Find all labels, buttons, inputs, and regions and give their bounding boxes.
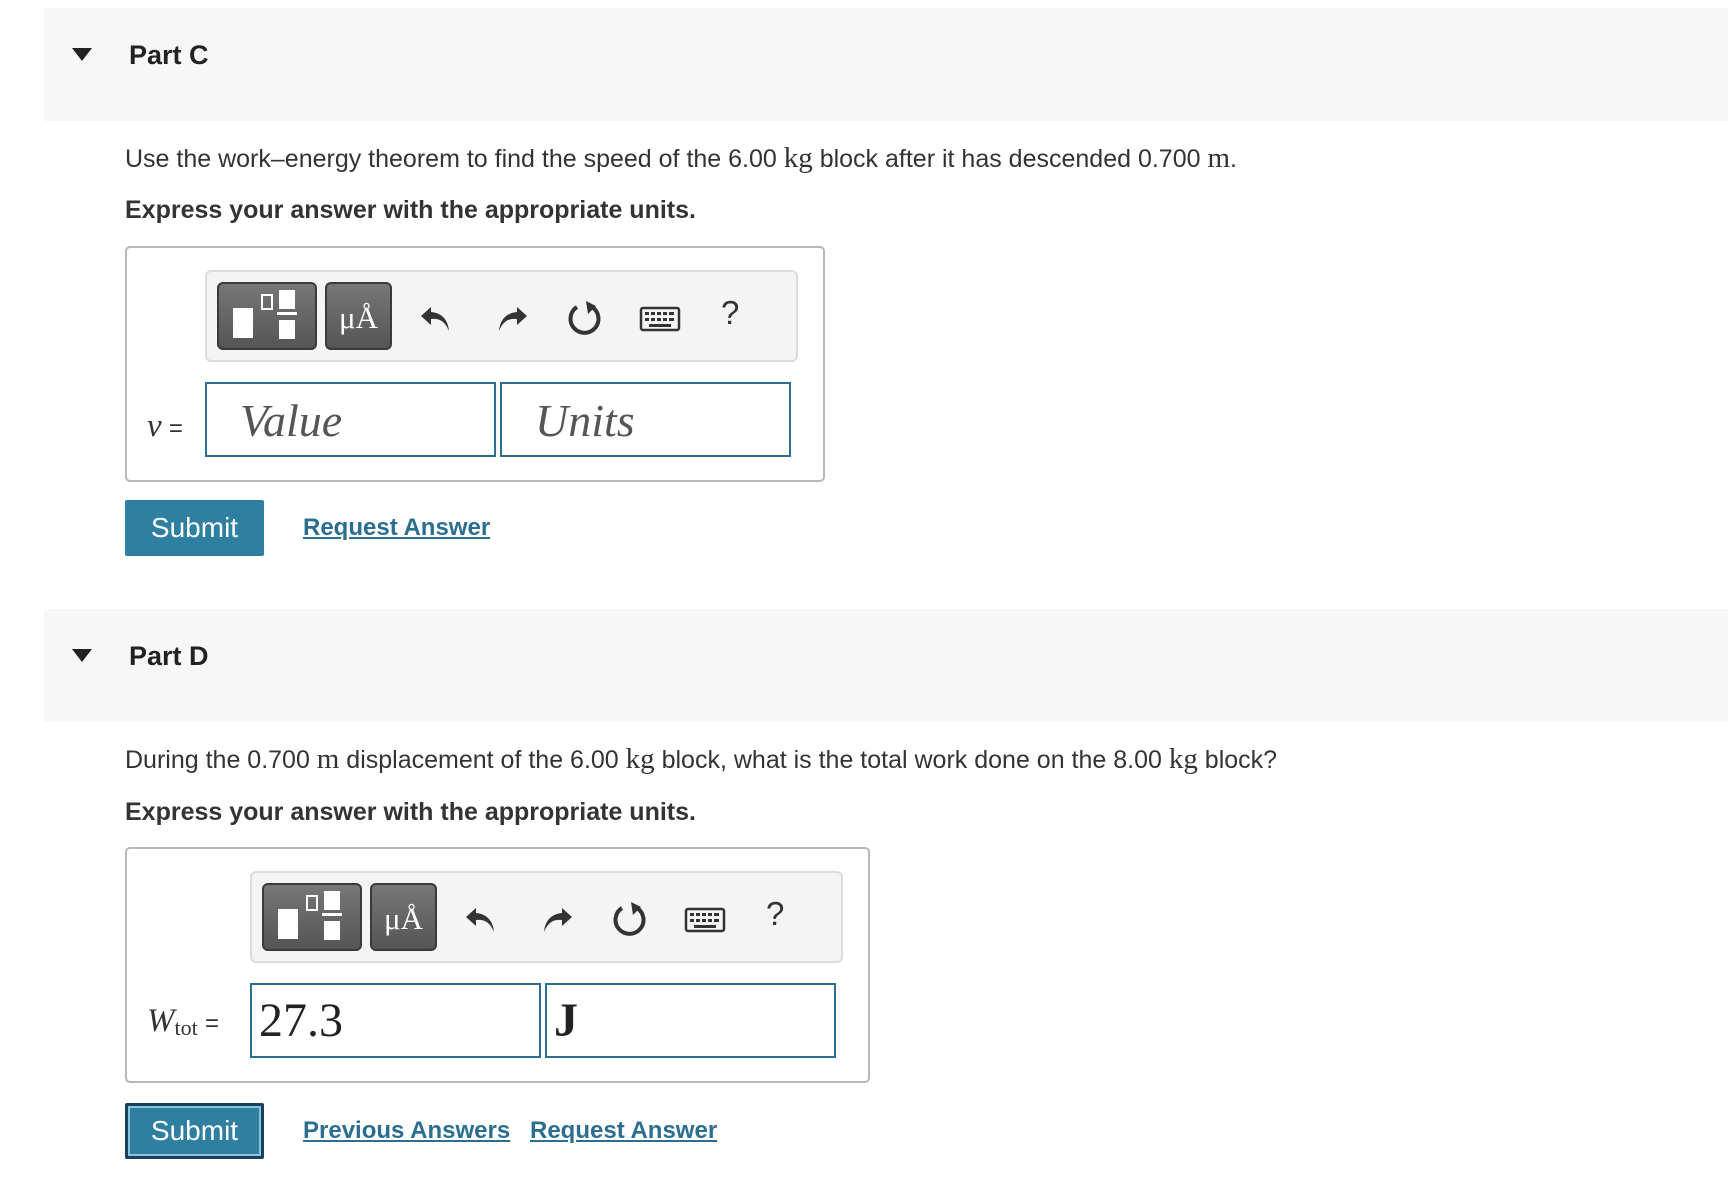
templates-icon xyxy=(233,308,253,338)
redo-icon[interactable] xyxy=(536,899,576,939)
keyboard-icon[interactable] xyxy=(639,298,681,338)
help-icon[interactable]: ? xyxy=(766,895,784,933)
part-c-question: Use the work–energy theorem to find the … xyxy=(125,142,1237,174)
part-d-header[interactable]: Part D xyxy=(44,609,1728,722)
templates-icon xyxy=(278,909,298,939)
keyboard-icon[interactable] xyxy=(684,899,726,939)
caret-down-icon[interactable] xyxy=(72,48,92,61)
templates-button[interactable] xyxy=(217,282,317,350)
part-d-value-input[interactable]: 27.3 xyxy=(250,983,541,1058)
part-c-instruction: Express your answer with the appropriate… xyxy=(125,196,696,224)
part-c-submit-button[interactable]: Submit xyxy=(125,500,264,556)
reset-icon[interactable] xyxy=(610,899,650,939)
redo-icon[interactable] xyxy=(491,298,531,338)
undo-icon[interactable] xyxy=(462,899,502,939)
part-c-value-input[interactable]: Value xyxy=(205,382,496,457)
reset-icon[interactable] xyxy=(565,298,605,338)
part-d-question: During the 0.700 m displacement of the 6… xyxy=(125,743,1278,775)
templates-button[interactable] xyxy=(262,883,362,951)
part-d-toolbar: μÅ ? xyxy=(250,871,843,963)
part-d-previous-answers-link[interactable]: Previous Answers xyxy=(303,1117,510,1145)
part-c-header[interactable]: Part C xyxy=(44,8,1728,121)
part-d-units-input[interactable]: J xyxy=(545,983,836,1058)
part-c-variable-label: v = xyxy=(147,408,183,444)
caret-down-icon[interactable] xyxy=(72,649,92,662)
units-button[interactable]: μÅ xyxy=(370,883,437,951)
part-d-answer-box: μÅ ? Wtot = 27.3 J xyxy=(125,847,870,1083)
part-d-variable-label: Wtot = xyxy=(147,1003,219,1040)
part-d-submit-button[interactable]: Submit xyxy=(125,1103,264,1159)
part-d-title: Part D xyxy=(129,641,209,671)
part-d-instruction: Express your answer with the appropriate… xyxy=(125,798,696,826)
part-c-answer-box: μÅ ? v = Value Units xyxy=(125,246,825,482)
part-d-request-answer-link[interactable]: Request Answer xyxy=(530,1117,717,1145)
part-c-title: Part C xyxy=(129,40,209,70)
part-c-toolbar: μÅ ? xyxy=(205,270,798,362)
units-button[interactable]: μÅ xyxy=(325,282,392,350)
part-c-request-answer-link[interactable]: Request Answer xyxy=(303,514,490,542)
undo-icon[interactable] xyxy=(417,298,457,338)
part-c-units-input[interactable]: Units xyxy=(500,382,791,457)
help-icon[interactable]: ? xyxy=(721,294,739,332)
